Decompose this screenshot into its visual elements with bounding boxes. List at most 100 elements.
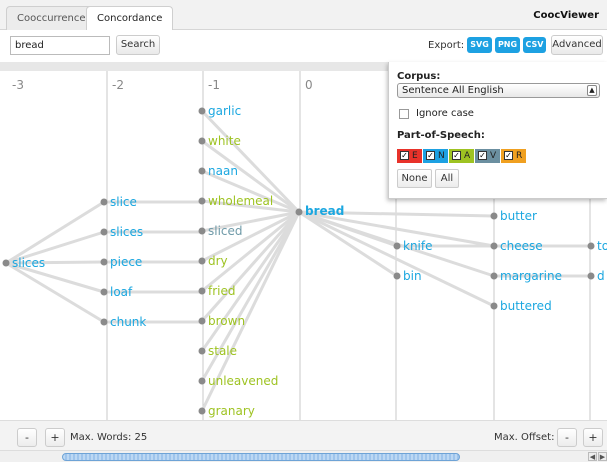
word-slices[interactable]: slices	[110, 225, 143, 239]
max-words-label: Max. Words: 25	[70, 432, 148, 443]
word-buttered[interactable]: buttered	[500, 299, 552, 313]
scroll-right-icon[interactable]: ▶	[598, 452, 607, 461]
word-unleavened[interactable]: unleavened	[208, 374, 278, 388]
export-svg-button[interactable]: SVG	[467, 37, 492, 53]
word-to[interactable]: to	[597, 239, 607, 253]
node-sliced	[198, 227, 206, 235]
word-dry[interactable]: dry	[208, 254, 228, 268]
word-brown[interactable]: brown	[208, 314, 245, 328]
pos-tag-letter: V	[490, 151, 497, 161]
export-png-button[interactable]: PNG	[495, 37, 520, 53]
max-words-decrease-button[interactable]: -	[17, 428, 37, 447]
word-garlic[interactable]: garlic	[208, 104, 241, 118]
ignore-case-label: Ignore case	[416, 108, 474, 119]
node-granary	[198, 407, 206, 415]
node-slices	[100, 228, 108, 236]
pos-all-button[interactable]: All	[435, 169, 459, 188]
node-center	[295, 208, 303, 216]
node-naan	[198, 167, 206, 175]
word-wholemeal[interactable]: wholemeal	[208, 194, 273, 208]
checkbox-checked-icon: ✓	[478, 151, 487, 160]
pos-tag-letter: E	[412, 151, 418, 161]
node-piece	[100, 258, 108, 266]
word-butter[interactable]: butter	[500, 209, 537, 223]
pos-tag-N[interactable]: ✓ N	[423, 149, 448, 163]
word-chunk[interactable]: chunk	[110, 315, 146, 329]
word-stale[interactable]: stale	[208, 344, 237, 358]
node-dry	[198, 257, 206, 265]
tab-concordance[interactable]: Concordance	[86, 6, 174, 31]
pos-tag-V[interactable]: ✓ V	[475, 149, 500, 163]
max-offset-decrease-button[interactable]: -	[557, 428, 577, 447]
bottom-bar: - + Max. Words: 25 Max. Offset: 3 - +	[0, 420, 607, 450]
export-csv-button[interactable]: CSV	[523, 37, 546, 53]
word-d[interactable]: d	[597, 269, 605, 283]
node-cheese	[490, 242, 498, 250]
search-button[interactable]: Search	[116, 35, 160, 55]
node-unleavened	[198, 377, 206, 385]
word-slice[interactable]: slice	[110, 195, 137, 209]
column-label: 0	[305, 78, 313, 92]
tab-bar: Cooccurrence Concordance CoocViewer	[0, 0, 607, 31]
corpus-label: Corpus:	[397, 71, 441, 82]
max-offset-label: Max. Offset: 3	[494, 432, 564, 443]
node-slices	[2, 259, 10, 267]
word-bin[interactable]: bin	[403, 269, 422, 283]
scrollbar-thumb[interactable]	[62, 453, 460, 461]
pos-none-button[interactable]: None	[397, 169, 432, 188]
toolbar: Search Export: SVG PNG CSV Advanced	[0, 30, 607, 62]
horizontal-scrollbar[interactable]: ◀ ▶	[0, 450, 607, 462]
checkbox-checked-icon: ✓	[426, 151, 435, 160]
word-slices[interactable]: slices	[12, 256, 45, 270]
word-white[interactable]: white	[208, 134, 241, 148]
node-d	[587, 272, 595, 280]
edge	[5, 200, 105, 265]
select-arrows-icon: ▲	[587, 85, 597, 96]
column-label: -1	[208, 78, 220, 92]
node-buttered	[490, 302, 498, 310]
app-title: CoocViewer	[533, 10, 599, 21]
word-fried[interactable]: fried	[208, 284, 236, 298]
pos-tag-letter: N	[438, 151, 445, 161]
ignore-case-checkbox[interactable]	[399, 109, 409, 119]
node-butter	[490, 212, 498, 220]
word-knife[interactable]: knife	[403, 239, 433, 253]
node-brown	[198, 317, 206, 325]
node-knife	[393, 242, 401, 250]
word-piece[interactable]: piece	[110, 255, 142, 269]
advanced-button[interactable]: Advanced	[551, 35, 603, 55]
tab-cooccurrence[interactable]: Cooccurrence	[6, 6, 97, 30]
pos-tag-R[interactable]: ✓ R	[501, 149, 526, 163]
pos-tag-E[interactable]: ✓ E	[397, 149, 422, 163]
search-input[interactable]	[10, 36, 110, 55]
max-words-increase-button[interactable]: +	[45, 428, 65, 447]
column-label: -2	[112, 78, 124, 92]
pos-tag-A[interactable]: ✓ A	[449, 149, 474, 163]
node-stale	[198, 347, 206, 355]
node-garlic	[198, 107, 206, 115]
pos-tag-letter: A	[464, 151, 471, 161]
edge	[5, 261, 105, 324]
node-chunk	[100, 318, 108, 326]
node-bin	[393, 272, 401, 280]
max-offset-increase-button[interactable]: +	[583, 428, 603, 447]
node-slice	[100, 198, 108, 206]
node-wholemeal	[198, 197, 206, 205]
word-naan[interactable]: naan	[208, 164, 238, 178]
center-word[interactable]: bread	[305, 204, 344, 218]
word-sliced[interactable]: sliced	[208, 224, 243, 238]
word-granary[interactable]: granary	[208, 404, 255, 418]
word-loaf[interactable]: loaf	[110, 285, 132, 299]
word-margarine[interactable]: margarine	[500, 269, 562, 283]
corpus-select[interactable]: Sentence All English ▲	[397, 83, 600, 98]
advanced-panel: Corpus: Sentence All English ▲ Ignore ca…	[388, 62, 607, 199]
checkbox-checked-icon: ✓	[452, 151, 461, 160]
column-label: -3	[12, 78, 24, 92]
checkbox-checked-icon: ✓	[400, 151, 409, 160]
scroll-left-icon[interactable]: ◀	[588, 452, 597, 461]
node-loaf	[100, 288, 108, 296]
word-cheese[interactable]: cheese	[500, 239, 543, 253]
corpus-select-value: Sentence All English	[402, 85, 504, 96]
pos-tag-letter: R	[516, 151, 523, 161]
node-fried	[198, 287, 206, 295]
